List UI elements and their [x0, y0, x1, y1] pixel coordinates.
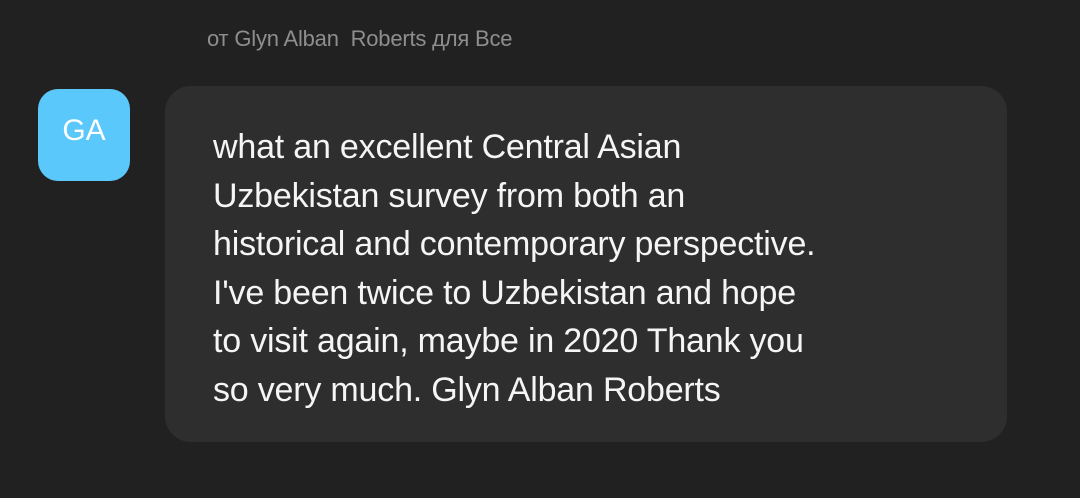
message-line: historical and contemporary perspective. [213, 225, 816, 263]
message-line: so very much. Glyn Alban Roberts [213, 370, 721, 409]
chat-message: от Glyn Alban Roberts для Все GA what an… [0, 0, 1080, 498]
message-text: what an excellent Central Asian Uzbekist… [213, 123, 963, 414]
message-line: what an excellent Central Asian [213, 128, 682, 166]
message-line: I've been twice to Uzbekistan and hope [213, 273, 796, 312]
message-line: to visit again, maybe in 2020 Thank you [213, 322, 804, 360]
avatar[interactable]: GA [38, 89, 130, 181]
message-bubble[interactable]: what an excellent Central Asian Uzbekist… [165, 86, 1007, 442]
sender-recipient-line: от Glyn Alban Roberts для Все [207, 26, 513, 51]
message-line: Uzbekistan survey from both an [213, 176, 686, 215]
